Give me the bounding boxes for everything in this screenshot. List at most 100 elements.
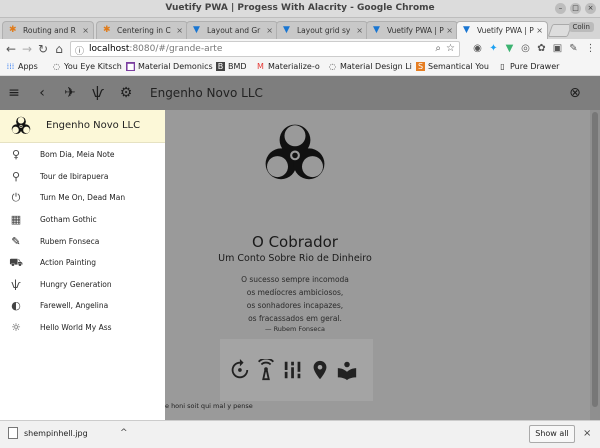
bookmark-item[interactable]: B BMD xyxy=(216,62,247,71)
tab-label: Routing and R xyxy=(23,26,76,35)
back-arrow-icon[interactable]: ← xyxy=(4,42,18,56)
bookmark-item[interactable]: M Materialize-o xyxy=(256,62,320,71)
forward-arrow-icon[interactable]: → xyxy=(20,42,34,56)
close-icon[interactable]: × xyxy=(266,26,273,35)
close-icon[interactable]: × xyxy=(82,26,89,35)
bicycle-icon: ⚲ xyxy=(11,170,21,183)
maximize-button[interactable]: □ xyxy=(570,3,581,14)
home-icon[interactable]: ⌂ xyxy=(52,42,66,56)
bookmark-label: You Eye Kitsch xyxy=(64,62,122,71)
menu-dots-icon[interactable]: ⋮ xyxy=(585,43,596,54)
drawer-item[interactable]: ⚲ Tour de Ibirapuera xyxy=(0,166,165,188)
apps-grid-icon: ⁞⁞⁞ xyxy=(6,62,15,71)
close-window-button[interactable]: × xyxy=(585,3,596,14)
browser-tab-active[interactable]: ▼ Vuetify PWA | P × xyxy=(456,21,548,39)
app-toolbar: ≡ ‹ ✈ ѱ ⚙ Engenho Novo LLC ⊗ xyxy=(0,76,600,110)
url-text: localhost:8080/#/grande-arte xyxy=(89,44,222,54)
browser-tab[interactable]: ▼ Layout grid sy × xyxy=(276,21,368,39)
extension-icon[interactable]: ◉ xyxy=(472,43,483,54)
download-item[interactable]: shempinhell.jpg xyxy=(8,427,88,439)
drawer-item-label: Gotham Gothic xyxy=(40,215,97,224)
local-library-icon[interactable] xyxy=(336,359,358,381)
close-circle-icon[interactable]: ⊗ xyxy=(567,85,583,101)
download-filename: shempinhell.jpg xyxy=(24,428,88,438)
vuetify-icon: ▼ xyxy=(193,25,200,35)
window-controls: – □ × xyxy=(555,3,596,14)
tab-label: Vuetify PWA | P xyxy=(387,26,444,35)
bookmark-label: BMD xyxy=(228,62,247,71)
poem-attribution: — Rubem Fonseca xyxy=(265,325,325,333)
close-icon[interactable]: × xyxy=(176,26,183,35)
window-title: Vuetify PWA | Progess With Alacrity - Go… xyxy=(165,3,435,13)
bookmark-item[interactable]: ◌ Material Design Li xyxy=(328,62,412,71)
drawer-item[interactable]: ♀ Bom Dia, Meia Note xyxy=(0,144,165,166)
drawer-item-label: Tour de Ibirapuera xyxy=(40,172,109,181)
close-icon[interactable]: × xyxy=(536,26,543,35)
tab-strip: ✱ Routing and R × ✱ Centering in C × ▼ L… xyxy=(0,18,600,39)
drawer-item[interactable]: ⏻ Turn Me On, Dead Man xyxy=(0,187,165,209)
drawer-item[interactable]: ✎ Rubem Fonseca xyxy=(0,231,165,253)
twitter-icon[interactable]: ✦ xyxy=(488,43,499,54)
drawer-item[interactable]: ☼ Hello World My Ass xyxy=(0,317,165,339)
reload-icon[interactable]: ↻ xyxy=(36,42,50,56)
extension-icon[interactable]: ▣ xyxy=(552,43,563,54)
extension-icon[interactable]: ✿ xyxy=(536,43,547,54)
extension-icon[interactable]: ✎ xyxy=(568,43,579,54)
b-icon: B xyxy=(216,62,225,71)
info-icon[interactable]: ⓘ xyxy=(75,44,84,57)
drawer-title: Engenho Novo LLC xyxy=(46,120,141,131)
bookmark-apps[interactable]: ⁞⁞⁞ Apps xyxy=(6,62,38,71)
browser-tab[interactable]: ✱ Routing and R × xyxy=(2,21,94,39)
page-icon: ▯ xyxy=(500,62,505,71)
bookmark-label: Apps xyxy=(18,62,38,71)
history-icon[interactable] xyxy=(228,359,250,381)
star-icon[interactable]: ☆ xyxy=(446,43,455,54)
scrollbar-thumb[interactable] xyxy=(592,112,598,407)
main-content: O Cobrador Um Conto Sobre Rio de Dinheir… xyxy=(165,110,600,420)
zoom-icon[interactable]: ⌕ xyxy=(435,43,441,54)
chevron-up-icon[interactable]: ^ xyxy=(120,428,128,438)
drawer-item[interactable]: ⛟ Action Painting xyxy=(0,252,165,274)
tab-label: Layout and Gr xyxy=(207,26,261,35)
browser-tab[interactable]: ▼ Vuetify PWA | P × xyxy=(366,21,458,39)
sunset-icon: ☼ xyxy=(11,321,21,334)
browser-tab[interactable]: ▼ Layout and Gr × xyxy=(186,21,278,39)
settings-gear-icon[interactable]: ⚙ xyxy=(118,85,134,101)
drawer-item-label: Hello World My Ass xyxy=(40,323,112,332)
equalizer-icon[interactable] xyxy=(282,359,304,381)
show-all-button[interactable]: Show all xyxy=(529,425,575,443)
bookmark-item[interactable]: ◌ You Eye Kitsch xyxy=(52,62,122,71)
extension-icon[interactable]: ◎ xyxy=(520,43,531,54)
restaurant-icon[interactable]: ѱ xyxy=(90,85,106,101)
airplane-icon[interactable]: ✈ xyxy=(62,85,78,101)
address-bar[interactable]: ⓘ localhost:8080/#/grande-arte ⌕ ☆ xyxy=(70,41,460,57)
bookmark-label: Semantical You xyxy=(428,62,489,71)
drawer-item-label: Turn Me On, Dead Man xyxy=(40,193,126,202)
drawer-item[interactable]: ◐ Farewell, Angelina xyxy=(0,295,165,317)
poem-line: os medíocres ambiciosos, xyxy=(246,288,344,297)
close-icon[interactable]: × xyxy=(583,428,591,439)
drawer-item[interactable]: ▦ Gotham Gothic xyxy=(0,209,165,231)
chevron-left-icon[interactable]: ‹ xyxy=(34,85,50,101)
browser-tab[interactable]: ✱ Centering in C × xyxy=(96,21,188,39)
globe-icon: ◌ xyxy=(329,62,336,71)
bookmark-item[interactable]: ▯ Pure Drawer xyxy=(498,62,559,71)
poem-line: os sonhadores incapazes, xyxy=(246,301,344,310)
close-icon[interactable]: × xyxy=(356,26,363,35)
bookmark-label: Materialize-o xyxy=(268,62,320,71)
hamburger-menu-icon[interactable]: ≡ xyxy=(6,85,22,101)
bookmark-item[interactable]: S Semantical You xyxy=(416,62,489,71)
minimize-button[interactable]: – xyxy=(555,3,566,14)
pen-icon: ✎ xyxy=(11,235,21,248)
drawer-item-label: Bom Dia, Meia Note xyxy=(40,150,115,159)
drawer-item[interactable]: ѱ Hungry Generation xyxy=(0,274,165,296)
story-subtitle: Um Conto Sobre Rio de Dinheiro xyxy=(218,253,372,264)
window-titlebar: Vuetify PWA | Progess With Alacrity - Go… xyxy=(0,0,600,18)
vue-extension-icon[interactable]: ▼ xyxy=(504,43,515,54)
user-badge[interactable]: Colin xyxy=(568,22,594,32)
broadcast-icon[interactable] xyxy=(255,359,277,381)
biohazard-icon xyxy=(265,124,325,180)
location-pin-icon[interactable] xyxy=(309,359,331,381)
close-icon[interactable]: × xyxy=(446,26,453,35)
bookmark-item[interactable]: ■ Material Demonics xyxy=(126,62,213,71)
